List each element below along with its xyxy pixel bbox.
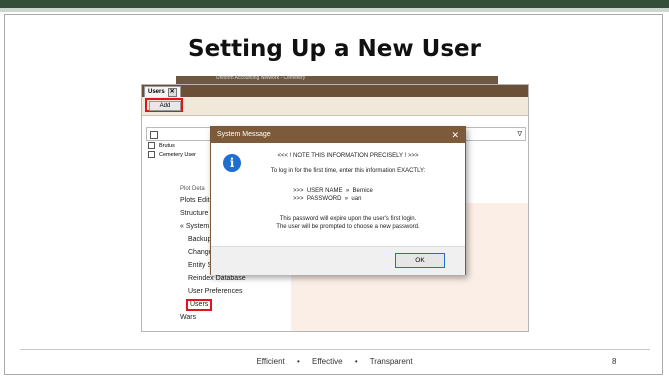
page-number: 8 bbox=[612, 357, 617, 366]
close-icon[interactable]: ✕ bbox=[167, 87, 177, 97]
toolbar: Add bbox=[142, 97, 528, 116]
nav-item-change[interactable]: Change bbox=[188, 249, 213, 256]
slide-footer: Efficient • Effective • Transparent bbox=[0, 357, 669, 366]
filter-icon[interactable]: ∇ bbox=[517, 130, 522, 138]
footer-effective: Effective bbox=[312, 357, 343, 366]
footer-transparent: Transparent bbox=[369, 357, 413, 366]
tab-users-label: Users bbox=[148, 89, 165, 95]
add-button-highlight: Add bbox=[145, 98, 183, 112]
dialog-footer: OK bbox=[211, 246, 465, 275]
expire-line: This password will expire upon the user'… bbox=[279, 216, 417, 222]
footer-efficient: Efficient bbox=[256, 357, 285, 366]
nav-item-entity[interactable]: Entity S bbox=[188, 262, 212, 269]
nav-item-system[interactable]: « System bbox=[180, 223, 209, 230]
username-line: >>> USER NAME » Bernice bbox=[293, 188, 373, 194]
footer-divider bbox=[20, 349, 650, 350]
nav-item-backup[interactable]: Backup bbox=[188, 236, 211, 243]
nav-item-plots-edit[interactable]: Plots Edit bbox=[180, 197, 210, 204]
close-icon[interactable]: ✕ bbox=[451, 127, 459, 143]
dialog-titlebar: System Message ✕ bbox=[211, 127, 465, 143]
background-window-titlebar: Uniform Accounting Network - Cemetery bbox=[176, 75, 498, 84]
row-checkbox[interactable] bbox=[148, 151, 155, 159]
background-window-title: Uniform Accounting Network - Cemetery bbox=[216, 75, 306, 81]
slide-title: Setting Up a New User bbox=[188, 36, 481, 62]
add-button[interactable]: Add bbox=[149, 101, 181, 111]
system-message-dialog: System Message ✕ i <<< ! NOTE THIS INFOR… bbox=[210, 126, 466, 275]
nav-item-wars[interactable]: Wars bbox=[180, 314, 196, 321]
top-accent-shadow bbox=[0, 8, 669, 12]
footer-separator: • bbox=[354, 357, 358, 366]
password-line: >>> PASSWORD » uan bbox=[293, 196, 362, 202]
dialog-intro: To log in for the first time, enter this… bbox=[270, 168, 426, 174]
dialog-title: System Message bbox=[217, 131, 271, 138]
table-row[interactable]: Cemetery User bbox=[146, 151, 216, 160]
app-window: Users ✕ Add ∇ Brutus Cemetery User Plot … bbox=[141, 84, 529, 332]
row-user-name: Cemetery User bbox=[159, 152, 196, 158]
ok-button[interactable]: OK bbox=[395, 253, 445, 268]
dialog-heading: <<< ! NOTE THIS INFORMATION PRECISELY ! … bbox=[277, 153, 419, 159]
nav-item-plot-details[interactable]: Plot Deta bbox=[180, 186, 205, 192]
tab-strip: Users ✕ bbox=[142, 85, 528, 98]
select-all-checkbox[interactable] bbox=[150, 131, 158, 139]
top-accent-bar bbox=[0, 0, 669, 8]
app-screenshot: Uniform Accounting Network - Cemetery Us… bbox=[141, 75, 529, 332]
table-row[interactable]: Brutus bbox=[146, 142, 216, 151]
slide: Setting Up a New User Uniform Accounting… bbox=[0, 0, 669, 380]
nav-item-user-preferences[interactable]: User Preferences bbox=[188, 288, 242, 295]
nav-item-structure[interactable]: Structure bbox=[180, 210, 208, 217]
footer-separator: • bbox=[296, 357, 300, 366]
row-checkbox[interactable] bbox=[148, 142, 155, 150]
nav-item-users[interactable]: Users bbox=[190, 301, 208, 308]
row-user-name: Brutus bbox=[159, 143, 175, 149]
prompt-line: The user will be prompted to choose a ne… bbox=[276, 224, 420, 230]
nav-item-reindex-database[interactable]: Reindex Database bbox=[188, 275, 246, 282]
